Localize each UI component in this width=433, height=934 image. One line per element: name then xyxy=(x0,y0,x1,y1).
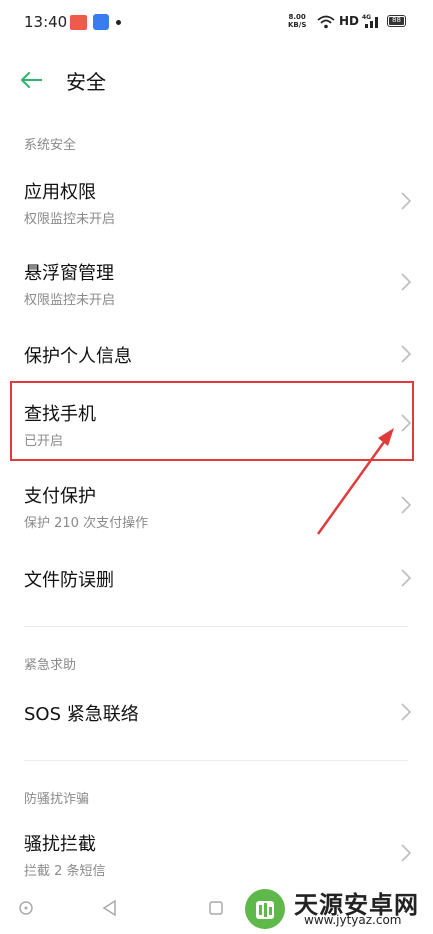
list-item-title: 骚扰拦截 xyxy=(24,834,96,855)
section-label-emergency: 紧急求助 xyxy=(24,658,77,673)
status-time: 13:40 xyxy=(24,13,68,31)
list-item-title: 悬浮窗管理 xyxy=(24,263,114,284)
list-item-title: 文件防误删 xyxy=(24,570,114,591)
nav-home-circle-icon[interactable] xyxy=(16,898,36,918)
chevron-right-icon xyxy=(401,192,412,210)
app-notification-icon xyxy=(93,14,109,30)
highlight-box xyxy=(10,381,414,461)
chevron-right-icon xyxy=(401,844,412,862)
battery-level: 88 xyxy=(389,17,404,25)
battery-icon: 88 xyxy=(387,15,406,27)
chevron-right-icon xyxy=(401,703,412,721)
list-item-title: SOS 紧急联络 xyxy=(24,704,139,725)
section-label-system-security: 系统安全 xyxy=(24,138,77,153)
list-item-subtitle: 保护 210 次支付操作 xyxy=(24,516,149,531)
wifi-icon xyxy=(317,15,335,29)
list-item-title: 应用权限 xyxy=(24,182,96,203)
list-item-title: 保护个人信息 xyxy=(24,346,132,367)
nav-back-icon[interactable] xyxy=(100,898,120,918)
page-title: 安全 xyxy=(66,70,106,94)
notification-dot-icon xyxy=(116,20,121,25)
chevron-right-icon xyxy=(401,345,412,363)
section-divider xyxy=(24,760,408,761)
list-item-sos-contact[interactable]: SOS 紧急联络 xyxy=(0,688,433,736)
list-item-file-delete-protection[interactable]: 文件防误删 xyxy=(0,554,433,602)
watermark-logo-icon xyxy=(245,889,285,929)
hd-indicator: HD xyxy=(339,14,360,28)
list-item-payment-protection[interactable]: 支付保护 保护 210 次支付操作 xyxy=(0,472,433,538)
page-header: 安全 xyxy=(0,52,433,108)
watermark-url: www.jytyaz.com xyxy=(304,913,402,927)
network-speed-unit: KB/S xyxy=(288,21,307,29)
chevron-right-icon xyxy=(401,273,412,291)
list-item-subtitle: 拦截 2 条短信 xyxy=(24,864,106,879)
list-item-harassment-block[interactable]: 骚扰拦截 拦截 2 条短信 xyxy=(0,820,433,886)
section-divider xyxy=(24,626,408,627)
app-notification-icon xyxy=(70,15,87,30)
chevron-right-icon xyxy=(401,496,412,514)
back-arrow-icon[interactable] xyxy=(18,68,44,92)
list-item-personal-info[interactable]: 保护个人信息 xyxy=(0,330,433,378)
section-label-anti-harassment: 防骚扰诈骗 xyxy=(24,792,90,807)
list-item-title: 支付保护 xyxy=(24,486,96,507)
list-item-floating-window[interactable]: 悬浮窗管理 权限监控未开启 xyxy=(0,249,433,315)
chevron-right-icon xyxy=(401,569,412,587)
nav-recents-icon[interactable] xyxy=(206,898,226,918)
watermark: 天源安卓网 www.jytyaz.com xyxy=(240,883,430,933)
status-bar: 13:40 8.00 KB/S HD 4G 88 xyxy=(0,0,433,46)
list-item-app-permissions[interactable]: 应用权限 权限监控未开启 xyxy=(0,168,433,234)
network-speed: 8.00 KB/S xyxy=(288,13,306,29)
cellular-signal-icon: 4G xyxy=(362,14,378,28)
network-speed-value: 8.00 xyxy=(288,13,306,21)
list-item-subtitle: 权限监控未开启 xyxy=(24,212,116,227)
signal-label: 4G xyxy=(362,14,371,21)
list-item-subtitle: 权限监控未开启 xyxy=(24,293,116,308)
